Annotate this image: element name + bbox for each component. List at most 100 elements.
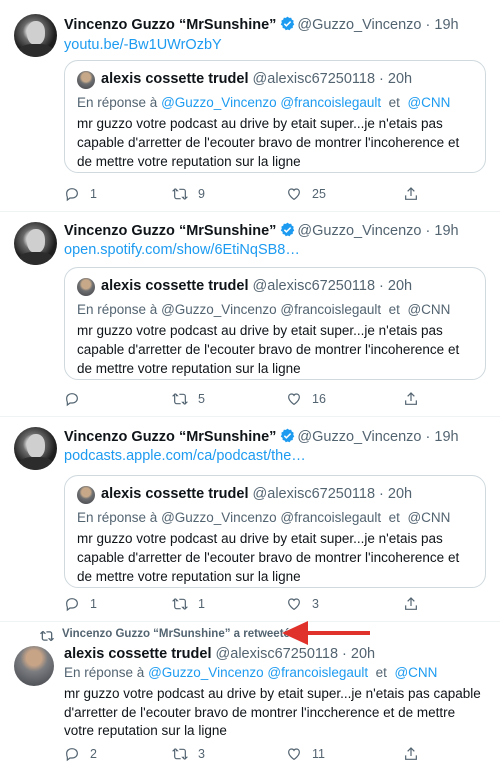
mention[interactable]: @CNN xyxy=(394,665,437,680)
mention[interactable]: @Guzzo_Vincenzo xyxy=(148,665,264,680)
quoted-author-name: alexis cossette trudel xyxy=(101,71,249,87)
tweet-link[interactable]: open.spotify.com/show/6EtiNqSB8… xyxy=(64,242,300,258)
share-icon xyxy=(405,187,417,200)
retweet-icon xyxy=(172,188,188,200)
quoted-tweet[interactable]: alexis cossette trudel @alexisc67250118 … xyxy=(64,60,486,173)
timeline-feed: Vincenzo Guzzo “MrSunshine” @Guzzo_Vincen… xyxy=(0,0,500,772)
author-handle[interactable]: @Guzzo_Vincenzo xyxy=(297,429,421,445)
author-name[interactable]: Vincenzo Guzzo “MrSunshine” xyxy=(64,17,276,33)
share-icon xyxy=(405,597,417,610)
tweet-header: Vincenzo Guzzo “MrSunshine” @Guzzo_Vincen… xyxy=(64,222,459,239)
avatar[interactable] xyxy=(14,14,57,57)
like-count: 3 xyxy=(312,597,319,611)
tweet-actions: 1 9 25 xyxy=(64,185,424,203)
avatar xyxy=(77,278,95,296)
like-button[interactable]: 11 xyxy=(286,745,325,763)
tweet-time[interactable]: 19h xyxy=(434,223,458,239)
reply-button[interactable]: 2 xyxy=(64,745,97,763)
author-handle[interactable]: @alexisc67250118 xyxy=(216,646,338,662)
quoted-author-handle: @alexisc67250118 xyxy=(252,486,376,502)
share-button[interactable] xyxy=(403,745,419,763)
author-handle[interactable]: @Guzzo_Vincenzo xyxy=(297,223,421,239)
retweet-button[interactable]: 9 xyxy=(172,185,205,203)
quoted-author-name: alexis cossette trudel xyxy=(101,278,249,294)
retweet-button[interactable]: 5 xyxy=(172,390,205,408)
tweet-time[interactable]: 19h xyxy=(434,429,458,445)
reply-context: En réponse à @Guzzo_Vincenzo @francoisle… xyxy=(77,302,451,317)
quoted-text: mr guzzo votre podcast au drive by etait… xyxy=(77,116,460,169)
heart-icon xyxy=(288,393,300,406)
avatar[interactable] xyxy=(14,222,57,265)
reply-count: 1 xyxy=(90,187,97,201)
tweet-actions: 5 16 xyxy=(64,390,424,408)
tweet-link[interactable]: youtu.be/-Bw1UWrOzbY xyxy=(64,37,222,53)
author-name[interactable]: Vincenzo Guzzo “MrSunshine” xyxy=(64,223,276,239)
like-button[interactable]: 3 xyxy=(286,595,319,613)
tweet-actions: 1 1 3 xyxy=(64,595,424,613)
reply-icon xyxy=(66,393,78,407)
like-count: 25 xyxy=(312,187,326,201)
author-handle[interactable]: @Guzzo_Vincenzo xyxy=(297,17,421,33)
tweet[interactable]: Vincenzo Guzzo “MrSunshine” @Guzzo_Vincen… xyxy=(0,0,500,212)
quoted-tweet[interactable]: alexis cossette trudel @alexisc67250118 … xyxy=(64,267,486,380)
reply-context: En réponse à @Guzzo_Vincenzo @francoisle… xyxy=(64,665,438,680)
reply-button[interactable] xyxy=(64,390,90,408)
quoted-time: 20h xyxy=(387,71,413,87)
share-icon xyxy=(405,392,417,405)
reply-context: En réponse à @Guzzo_Vincenzo @francoisle… xyxy=(77,510,451,525)
avatar xyxy=(77,486,95,504)
like-button[interactable]: 25 xyxy=(286,185,326,203)
heart-icon xyxy=(288,598,300,611)
share-button[interactable] xyxy=(403,595,419,613)
mention: @francoislegault xyxy=(280,95,382,110)
avatar[interactable] xyxy=(14,646,54,686)
quoted-author-handle: @alexisc67250118 xyxy=(252,278,376,294)
tweet-time[interactable]: 20h xyxy=(351,646,375,662)
tweet[interactable]: Vincenzo Guzzo “MrSunshine” @Guzzo_Vincen… xyxy=(0,212,500,417)
quoted-time: 20h xyxy=(387,278,413,294)
quoted-tweet[interactable]: alexis cossette trudel @alexisc67250118 … xyxy=(64,475,486,588)
quoted-header: alexis cossette trudel @alexisc67250118 … xyxy=(101,71,413,87)
mention: @CNN xyxy=(407,95,451,110)
author-name[interactable]: Vincenzo Guzzo “MrSunshine” xyxy=(64,429,276,445)
quoted-header: alexis cossette trudel @alexisc67250118 … xyxy=(101,486,413,502)
quoted-time: 20h xyxy=(387,486,413,502)
verified-badge-icon xyxy=(281,16,295,31)
tweet-time[interactable]: 19h xyxy=(434,17,458,33)
retweet-button[interactable]: 3 xyxy=(172,745,205,763)
tweet-actions: 2 3 11 xyxy=(64,745,424,763)
retweet-icon xyxy=(172,598,188,610)
share-button[interactable] xyxy=(403,185,419,203)
retweet-icon xyxy=(172,393,188,405)
tweet-header: Vincenzo Guzzo “MrSunshine” @Guzzo_Vincen… xyxy=(64,428,459,445)
reply-icon xyxy=(66,188,78,202)
mention[interactable]: @francoislegault xyxy=(267,665,368,680)
verified-badge-icon xyxy=(281,222,295,237)
reply-count: 2 xyxy=(90,747,97,761)
annotation-arrow xyxy=(282,621,370,645)
reply-button[interactable]: 1 xyxy=(64,595,97,613)
mention: @Guzzo_Vincenzo xyxy=(161,510,277,525)
tweet-header: alexis cossette trudel @alexisc67250118 … xyxy=(64,646,376,662)
avatar[interactable] xyxy=(14,427,57,470)
mention: @CNN xyxy=(407,302,451,317)
tweet-link[interactable]: podcasts.apple.com/ca/podcast/the… xyxy=(64,448,306,464)
like-count: 11 xyxy=(312,747,325,761)
tweet-text: mr guzzo votre podcast au drive by etait… xyxy=(64,686,481,738)
mention: @Guzzo_Vincenzo xyxy=(161,95,277,110)
author-name[interactable]: alexis cossette trudel xyxy=(64,646,212,662)
mention: @francoislegault xyxy=(280,302,382,317)
share-icon xyxy=(405,747,417,760)
like-button[interactable]: 16 xyxy=(286,390,326,408)
share-button[interactable] xyxy=(403,390,419,408)
retweet-banner[interactable]: Vincenzo Guzzo “MrSunshine” a retweeté xyxy=(62,628,290,640)
reply-button[interactable]: 1 xyxy=(64,185,97,203)
reply-count: 1 xyxy=(90,597,97,611)
like-count: 16 xyxy=(312,392,326,406)
mention: @francoislegault xyxy=(280,510,382,525)
heart-icon xyxy=(288,188,300,201)
retweet-icon xyxy=(40,630,54,642)
tweet[interactable]: Vincenzo Guzzo “MrSunshine” @Guzzo_Vincen… xyxy=(0,417,500,622)
retweet-button[interactable]: 1 xyxy=(172,595,205,613)
quoted-author-handle: @alexisc67250118 xyxy=(252,71,376,87)
